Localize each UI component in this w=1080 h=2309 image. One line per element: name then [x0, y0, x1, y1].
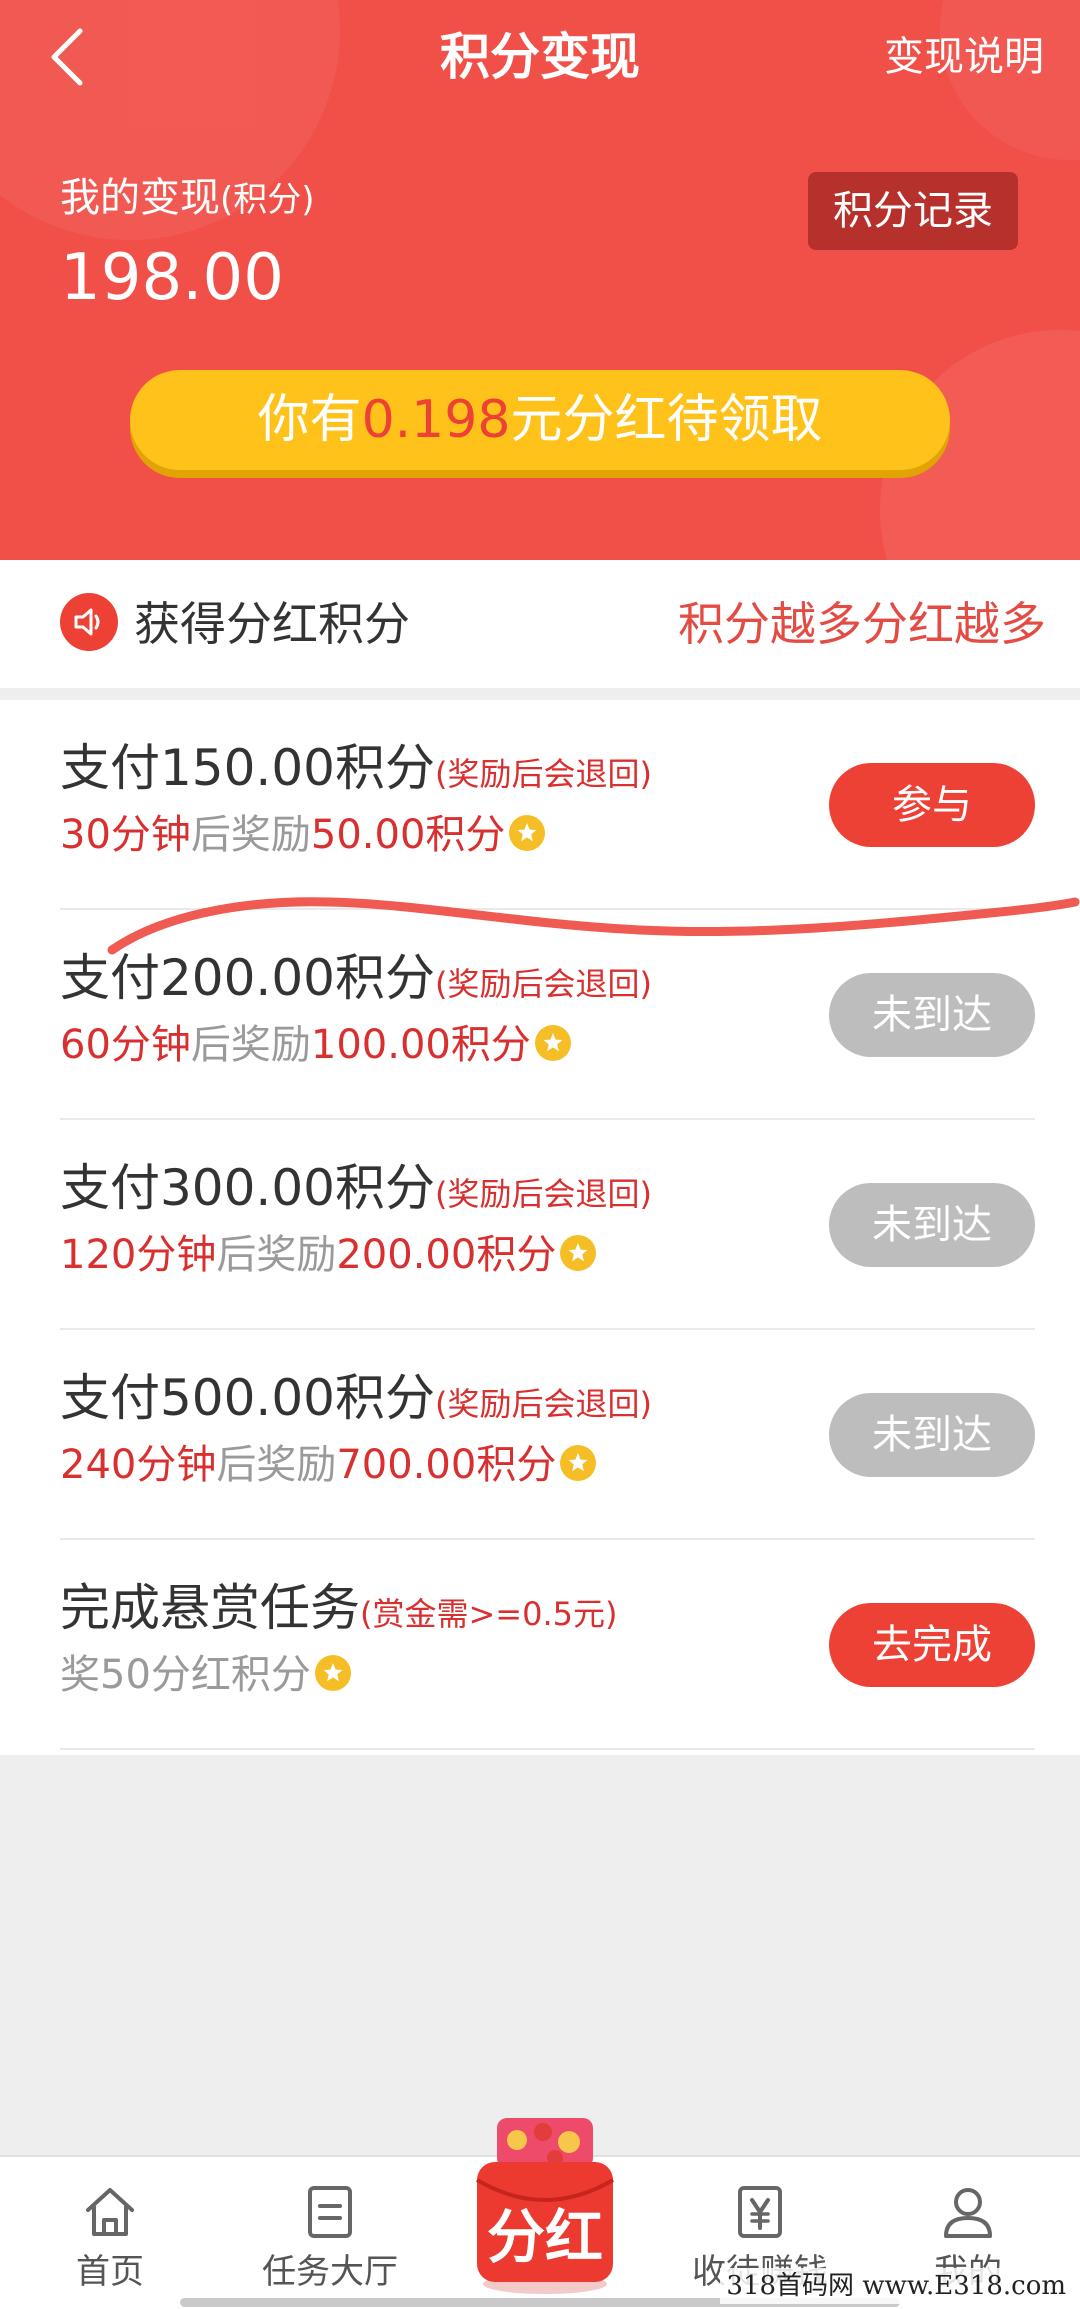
- explain-link[interactable]: 变现说明: [884, 22, 1044, 92]
- task-reward: 奖50分红积分: [60, 1652, 311, 1698]
- task-title-line: 支付300.00积分(奖励后会退回): [60, 1156, 652, 1220]
- document-icon: [308, 2186, 352, 2238]
- nav-label: 任务大厅: [262, 2252, 398, 2292]
- task-title-line: 支付200.00积分(奖励后会退回): [60, 946, 652, 1010]
- task-reward: 700.00积分: [336, 1442, 557, 1488]
- task-duration: 240分钟: [60, 1442, 217, 1488]
- notice-slogan: 积分越多分红越多: [678, 597, 1046, 651]
- task-title: 完成悬赏任务: [60, 1579, 360, 1637]
- task-row: 支付300.00积分(奖励后会退回) 120分钟后奖励200.00积分 未到达: [60, 1120, 1035, 1330]
- star-coin-icon: [534, 1025, 571, 1061]
- task-note: (奖励后会退回): [434, 1175, 652, 1213]
- yen-icon: [738, 2186, 782, 2238]
- nav-label: 首页: [76, 2252, 144, 2292]
- task-reward: 100.00积分: [310, 1022, 531, 1068]
- task-reward-middle: 后奖励: [216, 1232, 337, 1278]
- task-note: (赏金需>=0.5元): [360, 1595, 618, 1633]
- nav-dividend[interactable]: 分红: [455, 2110, 635, 2300]
- task-note: (奖励后会退回): [434, 1385, 652, 1423]
- task-reward-line: 120分钟后奖励200.00积分: [60, 1228, 597, 1282]
- task-note: (奖励后会退回): [434, 755, 652, 793]
- dividend-prefix: 你有: [257, 390, 362, 450]
- task-reward-middle: 后奖励: [190, 812, 311, 858]
- task-row: 支付500.00积分(奖励后会退回) 240分钟后奖励700.00积分 未到达: [60, 1330, 1035, 1540]
- task-duration: 30分钟: [60, 812, 191, 858]
- star-coin-icon: [560, 1445, 597, 1481]
- task-reward-line: 奖50分红积分: [60, 1648, 351, 1702]
- divider: [60, 1748, 1035, 1750]
- balance-label-text: 我的变现: [60, 175, 220, 221]
- task-row: 完成悬赏任务(赏金需>=0.5元) 奖50分红积分 去完成: [60, 1540, 1035, 1750]
- balance-label: 我的变现(积分): [60, 170, 315, 228]
- task-reward-line: 60分钟后奖励100.00积分: [60, 1018, 571, 1072]
- nav-task-hall[interactable]: 任务大厅: [230, 2160, 430, 2307]
- task-title-line: 支付150.00积分(奖励后会退回): [60, 736, 652, 800]
- task-reward-middle: 后奖励: [190, 1022, 311, 1068]
- task-duration: 60分钟: [60, 1022, 191, 1068]
- task-reward-middle: 后奖励: [216, 1442, 337, 1488]
- balance-unit: (积分): [220, 180, 315, 220]
- task-list: 支付150.00积分(奖励后会退回) 30分钟后奖励50.00积分 参与 支付2…: [0, 700, 1080, 1755]
- task-reward: 200.00积分: [336, 1232, 557, 1278]
- task-reward-line: 240分钟后奖励700.00积分: [60, 1438, 597, 1492]
- speaker-icon: [60, 593, 118, 651]
- not-reached-button: 未到达: [829, 973, 1035, 1057]
- task-title-line: 支付500.00积分(奖励后会退回): [60, 1366, 652, 1430]
- star-coin-icon: [509, 815, 546, 851]
- balance-value: 198.00: [60, 241, 284, 315]
- task-title: 支付200.00积分: [60, 949, 435, 1007]
- home-icon: [86, 2188, 134, 2236]
- task-reward-line: 30分钟后奖励50.00积分: [60, 808, 546, 862]
- dividend-suffix: 元分红待领取: [510, 390, 823, 450]
- notice-title: 获得分红积分: [134, 597, 410, 651]
- points-record-button[interactable]: 积分记录: [808, 172, 1018, 250]
- nav-home[interactable]: 首页: [10, 2160, 210, 2307]
- task-title: 支付300.00积分: [60, 1159, 435, 1217]
- not-reached-button: 未到达: [829, 1393, 1035, 1477]
- task-note: (奖励后会退回): [434, 965, 652, 1003]
- task-reward: 50.00积分: [310, 812, 506, 858]
- person-icon: [944, 2188, 992, 2238]
- not-reached-button: 未到达: [829, 1183, 1035, 1267]
- task-title: 支付150.00积分: [60, 739, 435, 797]
- task-title: 支付500.00积分: [60, 1369, 435, 1427]
- complete-task-button[interactable]: 去完成: [829, 1603, 1035, 1687]
- star-coin-icon: [560, 1235, 597, 1271]
- claim-dividend-button[interactable]: 你有0.198元分红待领取: [130, 370, 950, 470]
- center-label: 分红: [486, 2203, 603, 2271]
- watermark: 318首码网 www.E318.com: [720, 2268, 1072, 2304]
- task-row: 支付150.00积分(奖励后会退回) 30分钟后奖励50.00积分 参与: [60, 700, 1035, 910]
- join-button[interactable]: 参与: [829, 763, 1035, 847]
- task-row: 支付200.00积分(奖励后会退回) 60分钟后奖励100.00积分 未到达: [60, 910, 1035, 1120]
- task-duration: 120分钟: [60, 1232, 217, 1278]
- task-title-line: 完成悬赏任务(赏金需>=0.5元): [60, 1576, 618, 1640]
- dividend-amount: 0.198: [361, 390, 511, 450]
- star-coin-icon: [314, 1655, 351, 1691]
- header: 积分变现 变现说明 我的变现(积分) 198.00 积分记录 你有0.198元分…: [0, 0, 1080, 560]
